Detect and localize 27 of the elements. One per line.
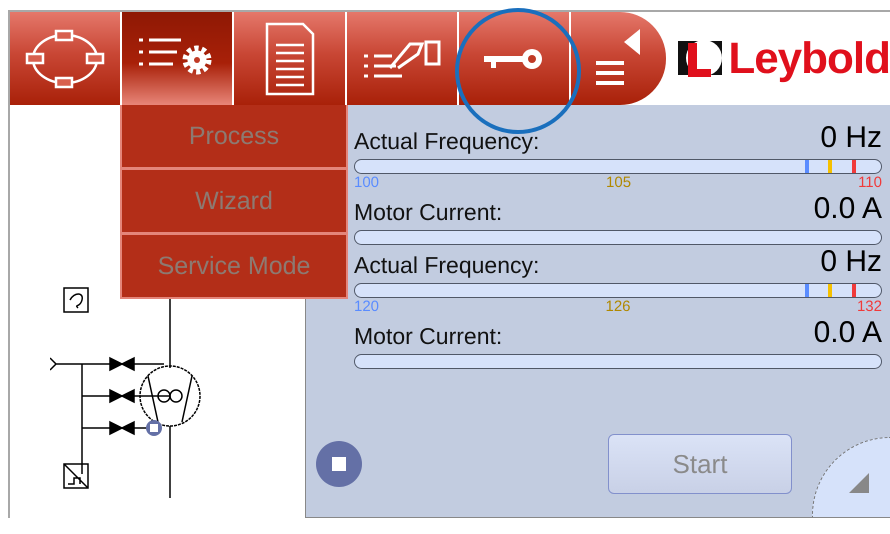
scale-label: 105 (606, 174, 632, 192)
scale-label: 132 (856, 298, 882, 316)
gauge-label: Motor Current: (354, 323, 502, 350)
scale-label: 120 (354, 298, 380, 316)
logo-text: Leybold (728, 34, 890, 84)
gauge-label: Motor Current: (354, 199, 502, 226)
logo-mark-icon (678, 38, 722, 78)
toolbar-tab[interactable] (10, 12, 120, 105)
toolbar-tab[interactable] (122, 12, 232, 105)
scale-label: 126 (605, 298, 631, 316)
gauge-value: 0 Hz (820, 121, 882, 155)
triangle-icon (848, 472, 868, 492)
scale-label: 110 (858, 174, 882, 192)
cycle-icon (25, 28, 106, 90)
gauge-value: 0.0 A (814, 192, 882, 226)
scale-label: 100 (354, 174, 380, 192)
toolbar-tab[interactable] (346, 12, 457, 105)
gauge-label: Actual Frequency: (354, 252, 540, 279)
stop-button[interactable] (316, 441, 362, 487)
gauge-value: 0.0 A (814, 316, 882, 350)
gauge-label: Actual Frequency: (354, 128, 540, 155)
stop-icon (332, 457, 346, 471)
toolbar-tab[interactable] (234, 12, 345, 105)
toolbar-tab[interactable] (571, 12, 666, 105)
toolbar-tab[interactable] (458, 12, 570, 105)
gauge-value: 0 Hz (820, 245, 882, 279)
document-icon (264, 20, 316, 96)
